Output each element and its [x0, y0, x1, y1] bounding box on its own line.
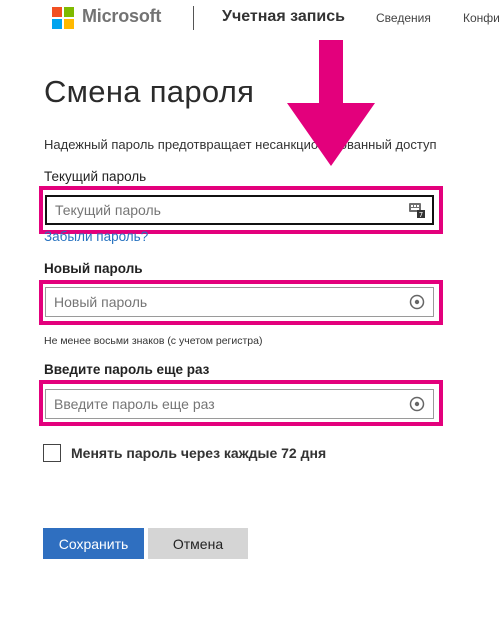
current-password-label: Текущий пароль — [44, 169, 147, 184]
confirm-password-input[interactable] — [45, 389, 434, 419]
brand-name[interactable]: Microsoft — [82, 6, 161, 27]
current-password-input[interactable] — [45, 195, 434, 225]
nav-link-privacy[interactable]: Конфи — [463, 11, 500, 25]
new-password-input[interactable] — [45, 287, 434, 317]
save-button[interactable]: Сохранить — [43, 528, 144, 559]
page-title: Смена пароля — [44, 74, 255, 109]
forgot-password-link[interactable]: Забыли пароль? — [44, 229, 148, 244]
microsoft-logo-icon[interactable] — [52, 7, 74, 29]
password-hint: Не менее восьми знаков (с учетом регистр… — [44, 335, 263, 347]
expire-password-checkbox[interactable] — [43, 444, 61, 462]
confirm-password-label: Введите пароль еще раз — [44, 362, 210, 377]
cancel-button[interactable]: Отмена — [148, 528, 248, 559]
svg-text:7: 7 — [419, 211, 423, 218]
expire-password-label[interactable]: Менять пароль через каждые 72 дня — [71, 445, 326, 461]
keyboard-icon[interactable]: 7 — [409, 202, 425, 218]
nav-link-info[interactable]: Сведения — [376, 11, 431, 25]
reveal-password-icon[interactable] — [409, 396, 425, 412]
header-divider — [193, 6, 194, 30]
account-title[interactable]: Учетная запись — [222, 8, 345, 26]
reveal-password-icon[interactable] — [409, 294, 425, 310]
top-header: Microsoft Учетная запись Сведения Конфи — [0, 0, 502, 36]
new-password-label: Новый пароль — [44, 261, 143, 276]
intro-text: Надежный пароль предотвращает несанкцион… — [44, 137, 437, 152]
